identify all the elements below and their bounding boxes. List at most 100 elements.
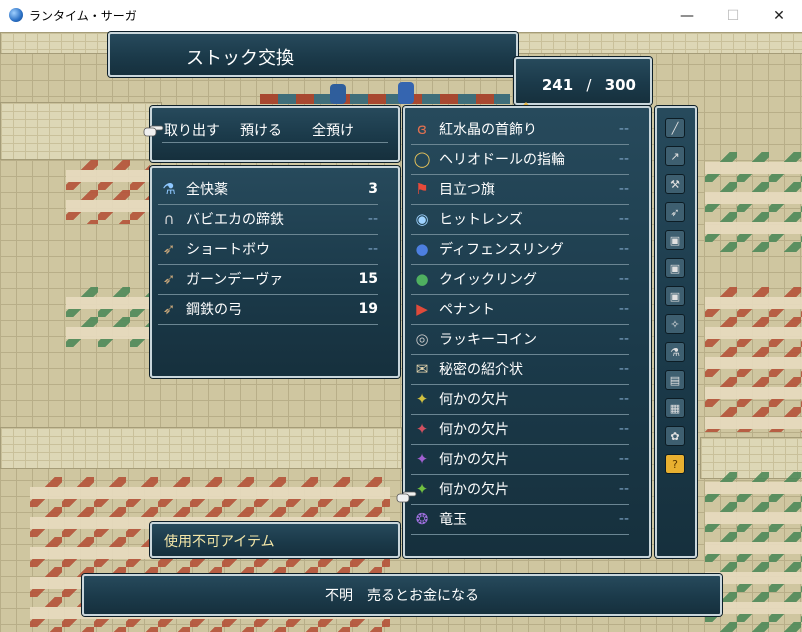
category-tab-book-icon[interactable]: ▤ <box>665 370 685 390</box>
item-row[interactable]: ➶ ショートボウ -- <box>158 234 378 265</box>
dragon-orb-icon: ❂ <box>415 510 429 528</box>
item-name: ディフェンスリング <box>439 242 564 258</box>
item-row[interactable]: ● ディフェンスリング -- <box>411 234 629 265</box>
shard-red-icon: ✦ <box>415 420 429 438</box>
item-name: 全快薬 <box>186 182 228 198</box>
item-name: 鋼鉄の弓 <box>186 302 242 318</box>
command-underline <box>162 142 388 143</box>
item-row[interactable]: ◎ ラッキーコイン -- <box>411 324 629 355</box>
item-name: 何かの欠片 <box>439 392 509 408</box>
title-panel: ストック交換 <box>108 32 518 77</box>
category-tab-staff-icon[interactable]: ✧ <box>665 314 685 334</box>
category-tab-potion-icon[interactable]: ⚗ <box>665 342 685 362</box>
item-quantity: -- <box>618 211 629 227</box>
item-name: 何かの欠片 <box>439 452 509 468</box>
status-panel: 使用不可アイテム <box>150 522 400 558</box>
item-row[interactable]: ✦ 何かの欠片 -- <box>411 384 629 415</box>
item-row[interactable]: ⚗ 全快薬 3 <box>158 174 378 205</box>
category-tab-armor-icon[interactable]: ▦ <box>665 398 685 418</box>
blue-ring-icon: ● <box>415 240 429 258</box>
item-quantity: -- <box>618 301 629 317</box>
status-label: 使用不可アイテム <box>164 534 275 550</box>
page-title: ストック交換 <box>186 48 294 69</box>
maximize-button[interactable]: ☐ <box>710 0 756 32</box>
description-panel: 不明 売るとお金になる <box>82 574 722 616</box>
category-tab-tome-icon[interactable]: ▣ <box>665 286 685 306</box>
house-cluster <box>66 287 150 347</box>
unit-sprite <box>330 84 346 104</box>
item-quantity: -- <box>618 331 629 347</box>
bow-icon: ➶ <box>162 240 176 258</box>
item-row[interactable]: ◯ ヘリオドールの指輪 -- <box>411 144 629 175</box>
item-name: 目立つ旗 <box>439 182 495 198</box>
item-row[interactable]: ● クイックリング -- <box>411 264 629 295</box>
item-description: 不明 売るとお金になる <box>325 588 479 604</box>
item-row[interactable]: ◉ ヒットレンズ -- <box>411 204 629 235</box>
item-row[interactable]: ❂ 竜玉 -- <box>411 504 629 535</box>
pointer-hand-icon <box>396 491 417 503</box>
bow-icon: ➶ <box>162 300 176 318</box>
item-quantity: -- <box>618 151 629 167</box>
necklace-icon: ɞ <box>417 120 427 138</box>
category-tab-spear-icon[interactable]: ↗ <box>665 146 685 166</box>
item-row[interactable]: ✦ 何かの欠片 -- <box>411 474 629 505</box>
item-row[interactable]: ➶ 鋼鉄の弓 19 <box>158 294 378 325</box>
deposit-all-command[interactable]: 全預け <box>312 120 354 140</box>
item-quantity: -- <box>367 211 378 227</box>
item-name: ペナント <box>439 302 495 318</box>
lens-icon: ◉ <box>415 210 429 228</box>
category-tab-sword-icon[interactable]: ╱ <box>665 118 685 138</box>
item-name: クイックリング <box>439 272 537 288</box>
green-ring-icon: ● <box>415 270 429 288</box>
house-cluster <box>705 287 802 432</box>
item-quantity: -- <box>618 421 629 437</box>
bow-icon: ➶ <box>162 270 176 288</box>
category-tab-strip: ╱ ↗ ⚒ ➶ ▣ ▣ ▣ ✧ ⚗ ▤ ▦ ✿? <box>655 106 697 558</box>
horseshoe-icon: ∩ <box>163 210 175 228</box>
category-tab-tome-icon[interactable]: ▣ <box>665 258 685 278</box>
item-row[interactable]: ✦ 何かの欠片 -- <box>411 444 629 475</box>
item-row[interactable]: ➶ ガーンデーヴァ 15 <box>158 264 378 295</box>
shard-purple-icon: ✦ <box>415 450 429 468</box>
unit-sprite <box>398 82 414 104</box>
city-wall-left <box>0 102 162 160</box>
stock-current: 241 <box>541 76 574 94</box>
category-tab-accessory-icon[interactable]: ✿ <box>665 426 685 446</box>
item-name: ヘリオドールの指輪 <box>439 152 565 168</box>
app-globe-icon <box>9 8 23 22</box>
category-tab-tome-icon[interactable]: ▣ <box>665 230 685 250</box>
item-quantity: -- <box>618 511 629 527</box>
flag-icon: ⚑ <box>415 180 429 198</box>
item-name: ガーンデーヴァ <box>186 272 284 288</box>
item-name: 竜玉 <box>439 512 467 528</box>
item-quantity: -- <box>618 451 629 467</box>
window-title: ランタイム・サーガ <box>29 9 137 23</box>
item-row[interactable]: ∩ バビエカの蹄鉄 -- <box>158 204 378 235</box>
item-row[interactable]: ▶ ペナント -- <box>411 294 629 325</box>
item-name: 秘密の紹介状 <box>439 362 523 378</box>
item-quantity: -- <box>618 121 629 137</box>
category-tab-unknown-icon[interactable]: ? <box>665 454 685 474</box>
item-name: バビエカの蹄鉄 <box>186 212 284 228</box>
item-quantity: 19 <box>358 301 378 317</box>
ring-icon: ◯ <box>413 150 431 168</box>
item-name: ショートボウ <box>186 242 270 258</box>
coin-icon: ◎ <box>415 330 429 348</box>
potion-icon: ⚗ <box>162 180 176 198</box>
item-row[interactable]: ✉ 秘密の紹介状 -- <box>411 354 629 385</box>
category-tab-axe-icon[interactable]: ⚒ <box>665 174 685 194</box>
stock-list-panel: ɞ 紅水晶の首飾り -- ◯ ヘリオドールの指輪 -- ⚑ 目立つ旗 -- ◉ ヒットレンズ -- ● デ… <box>396 106 651 558</box>
item-quantity: -- <box>618 241 629 257</box>
item-row[interactable]: ⚑ 目立つ旗 -- <box>411 174 629 205</box>
minimize-button[interactable]: — <box>664 0 710 32</box>
item-row[interactable]: ɞ 紅水晶の首飾り -- <box>411 114 629 145</box>
item-row[interactable]: ✦ 何かの欠片 -- <box>411 414 629 445</box>
category-tab-bow-icon[interactable]: ➶ <box>665 202 685 222</box>
pointer-hand-icon <box>143 125 164 137</box>
close-button[interactable]: ✕ <box>756 0 802 32</box>
take-out-command[interactable]: 取り出す <box>164 120 220 140</box>
item-name: 紅水晶の首飾り <box>439 122 537 138</box>
deposit-command[interactable]: 預ける <box>240 120 282 140</box>
window-titlebar: ランタイム・サーガ — ☐ ✕ <box>0 0 802 33</box>
house-cluster <box>66 160 150 224</box>
